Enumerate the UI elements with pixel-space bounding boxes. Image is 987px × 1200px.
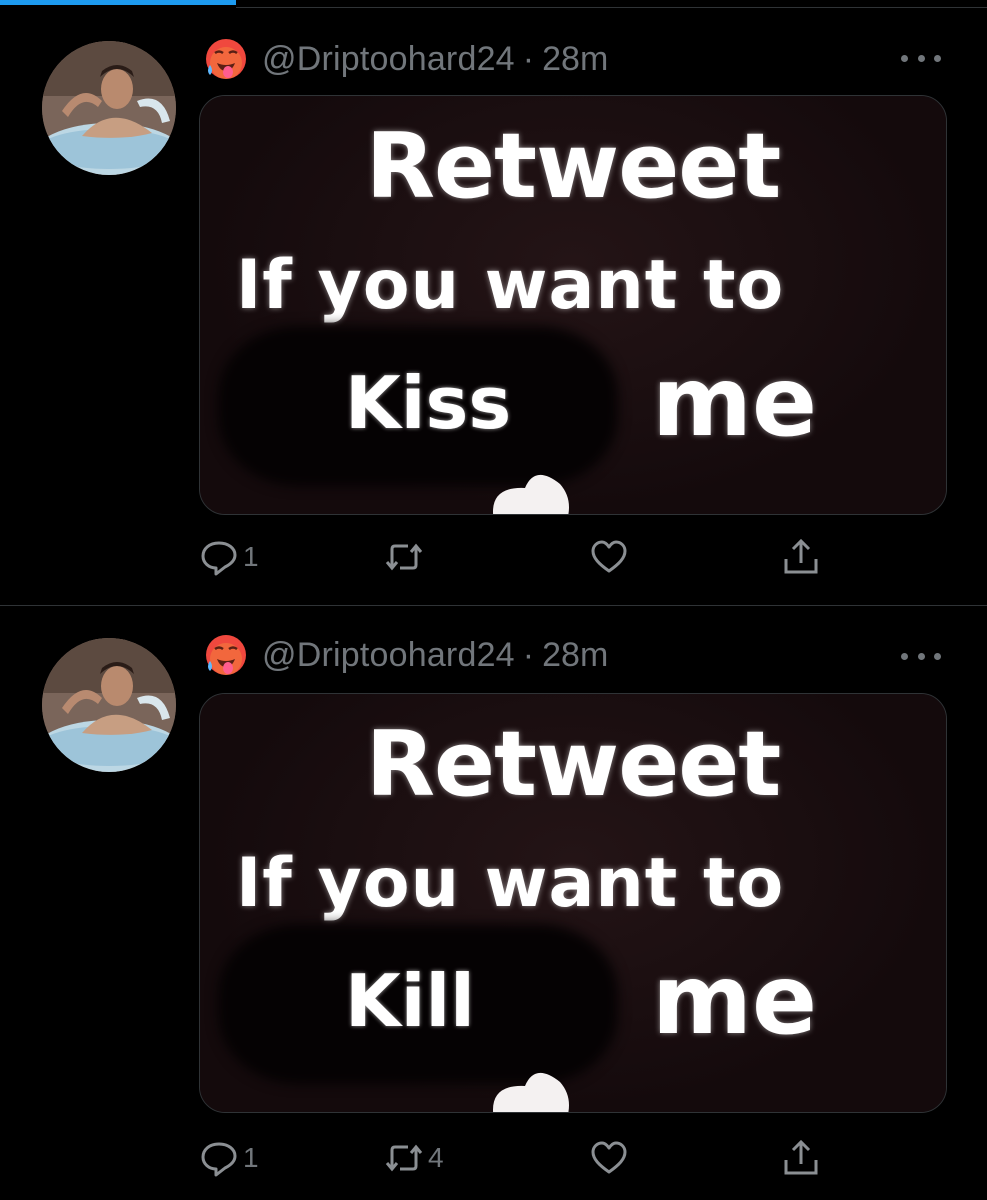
media-text-line2: If you want to bbox=[236, 844, 785, 923]
reply-icon bbox=[201, 541, 237, 576]
tweet-actions: 1 bbox=[199, 534, 839, 580]
avatar-photo bbox=[42, 638, 176, 772]
share-icon bbox=[784, 538, 818, 574]
retweet-count: 4 bbox=[428, 1142, 444, 1173]
tweet-actions: 1 4 bbox=[199, 1135, 839, 1181]
like-button[interactable] bbox=[589, 1135, 633, 1181]
tweet-divider bbox=[0, 605, 987, 606]
avatar-photo bbox=[42, 41, 176, 175]
tweet[interactable]: @Driptoohard24 · 28m Retweet If you want… bbox=[0, 607, 987, 1200]
hot-face-emoji bbox=[206, 39, 246, 79]
retweet-button[interactable] bbox=[384, 534, 428, 580]
media-text-line2: If you want to bbox=[236, 246, 785, 325]
retweet-icon bbox=[385, 543, 423, 571]
timestamp[interactable]: 28m bbox=[542, 636, 608, 675]
retweet-button[interactable]: 4 bbox=[384, 1135, 444, 1181]
reply-icon bbox=[201, 1142, 237, 1177]
reply-button[interactable]: 1 bbox=[199, 534, 259, 580]
heart-icon bbox=[591, 540, 627, 573]
timestamp[interactable]: 28m bbox=[542, 40, 608, 79]
progress-fill bbox=[0, 0, 236, 5]
separator-dot: · bbox=[522, 635, 535, 674]
avatar[interactable] bbox=[42, 41, 176, 175]
retweet-icon bbox=[385, 1144, 423, 1172]
tweet-header: @Driptoohard24 · 28m bbox=[204, 631, 608, 679]
loading-progress-bar bbox=[0, 0, 987, 8]
share-button[interactable] bbox=[781, 1135, 821, 1181]
heart-icon bbox=[591, 1141, 627, 1174]
share-icon bbox=[784, 1139, 818, 1175]
media-text-line1: Retweet bbox=[365, 114, 782, 219]
hot-face-emoji bbox=[206, 635, 246, 675]
reply-count: 1 bbox=[243, 1142, 259, 1173]
avatar[interactable] bbox=[42, 638, 176, 772]
media-text-word: Kill bbox=[345, 959, 475, 1043]
share-button[interactable] bbox=[781, 534, 821, 580]
tweet[interactable]: @Driptoohard24 · 28m Retweet If you want… bbox=[0, 8, 987, 606]
reply-button[interactable]: 1 bbox=[199, 1135, 259, 1181]
more-options-icon[interactable] bbox=[901, 52, 941, 64]
like-button[interactable] bbox=[589, 534, 633, 580]
user-handle[interactable]: @Driptoohard24 bbox=[262, 636, 515, 675]
tweet-media-image[interactable]: Retweet If you want to Kiss me bbox=[199, 95, 947, 515]
user-handle[interactable]: @Driptoohard24 bbox=[262, 40, 515, 79]
media-text-end: me bbox=[652, 346, 818, 458]
tweet-media-image[interactable]: Retweet If you want to Kill me bbox=[199, 693, 947, 1113]
tweet-header: @Driptoohard24 · 28m bbox=[204, 35, 608, 83]
media-hearts bbox=[493, 475, 569, 514]
media-text-word: Kiss bbox=[345, 361, 512, 445]
more-options-icon[interactable] bbox=[901, 650, 941, 662]
media-hearts bbox=[493, 1073, 569, 1112]
media-text-line1: Retweet bbox=[365, 712, 782, 817]
reply-count: 1 bbox=[243, 541, 259, 572]
media-text-end: me bbox=[652, 944, 818, 1056]
separator-dot: · bbox=[522, 39, 535, 78]
